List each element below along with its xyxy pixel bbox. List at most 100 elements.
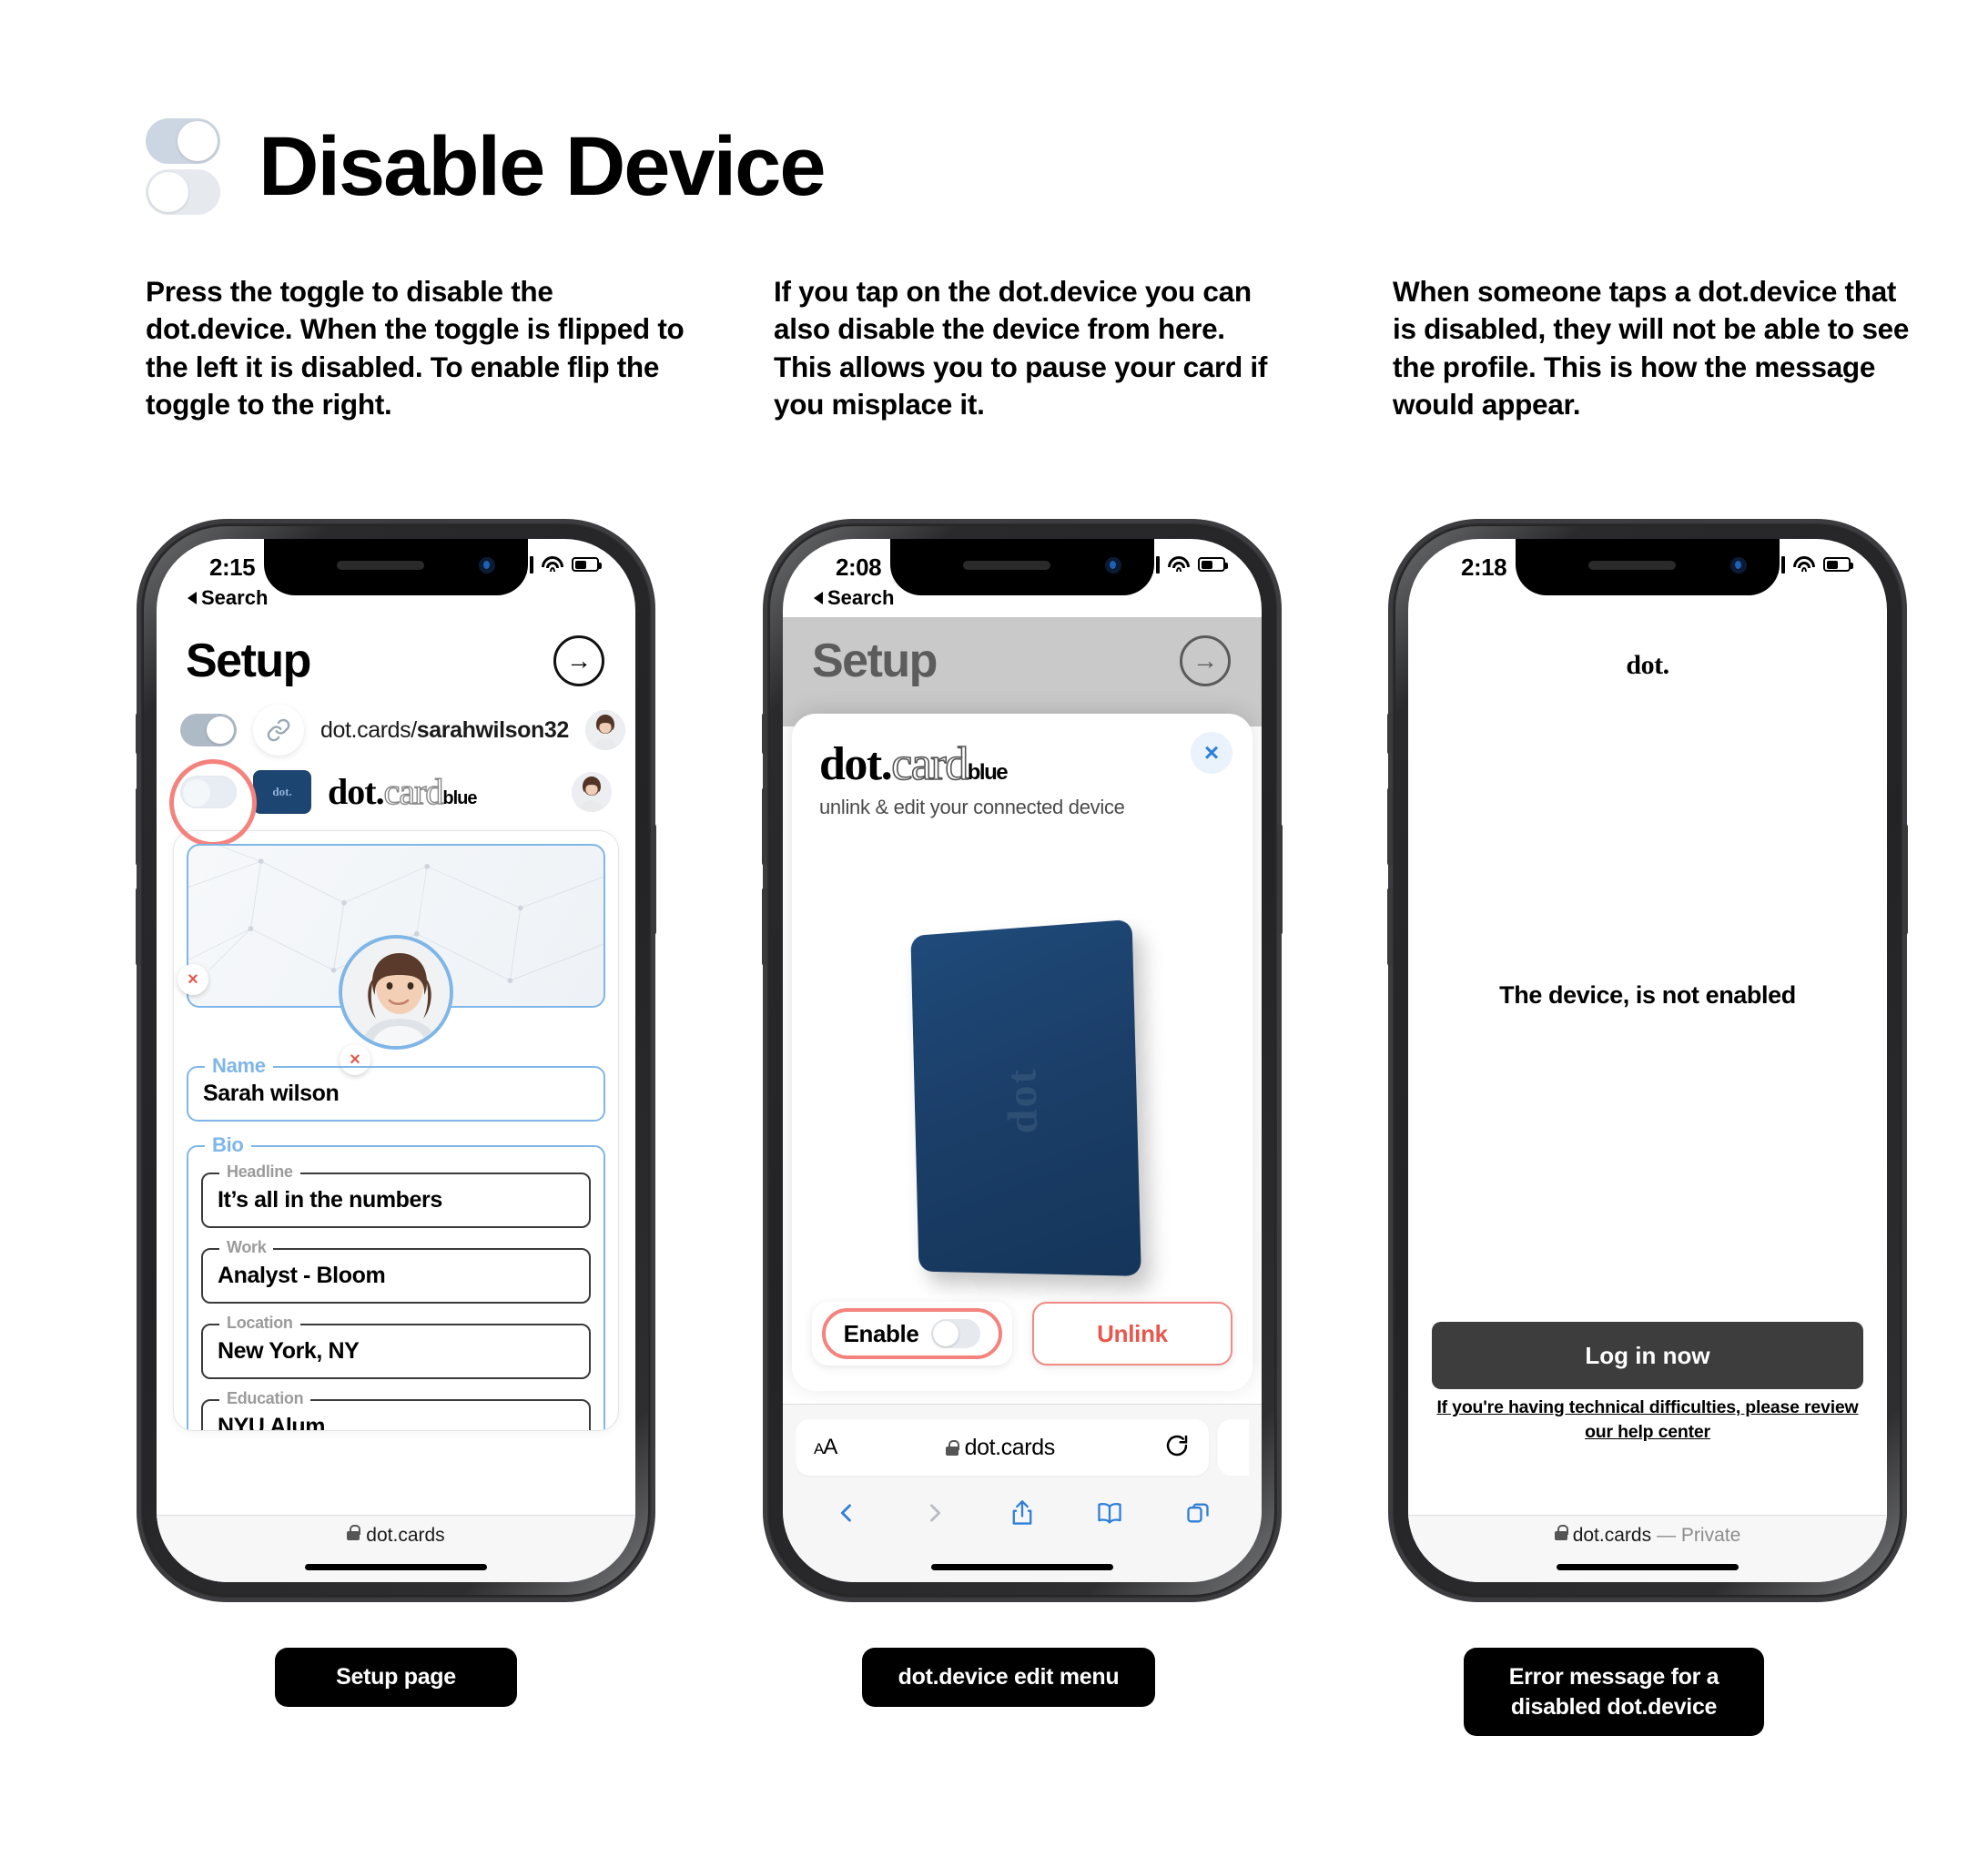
- next-arrow-button[interactable]: →: [1180, 635, 1231, 686]
- close-icon[interactable]: ×: [1191, 732, 1232, 774]
- modal-action-row: Enable Unlink: [812, 1302, 1232, 1365]
- pill-edit-menu: dot.device edit menu: [862, 1648, 1155, 1707]
- location-field-label: Location: [219, 1314, 300, 1333]
- caption-column-3: When someone taps a dot.device that is d…: [1365, 273, 1948, 423]
- error-message: The device, is not enabled: [1499, 981, 1796, 1009]
- error-page: dot. The device, is not enabled Log in n…: [1408, 617, 1887, 1582]
- home-indicator: [305, 1564, 487, 1570]
- phone-mockup-edit-menu: 2:08 Search Setup → × dot.cardblue unlin…: [762, 523, 1283, 1598]
- wifi-icon: [1793, 556, 1815, 573]
- work-field-value: Analyst - Bloom: [218, 1263, 386, 1288]
- caption-text-3: When someone taps a dot.device that is d…: [1393, 275, 1910, 421]
- pill-setup-page: Setup page: [275, 1648, 517, 1707]
- setup-title: Setup: [812, 635, 938, 687]
- avatar: [584, 710, 625, 750]
- power-button: [1902, 824, 1908, 935]
- volume-down-button: [136, 888, 141, 966]
- phone1-screen: 2:15 Search Setup → dot.cards/sarahwilso…: [157, 539, 635, 1582]
- safari-url-text-wrap: dot.cards: [837, 1435, 1163, 1461]
- profile-editor-card: × × Name Sarah wilson Bio Headline It’s …: [173, 830, 619, 1431]
- safari-url-text: dot.cards: [964, 1434, 1056, 1460]
- setup-header-dimmed: Setup →: [783, 617, 1262, 697]
- setup-header: Setup →: [157, 617, 635, 697]
- profile-photo[interactable]: [339, 935, 453, 1050]
- volume-down-button: [762, 888, 767, 966]
- safari-tool-row: [783, 1476, 1262, 1534]
- cover-image[interactable]: × ×: [178, 844, 605, 1075]
- link-icon: [253, 705, 304, 756]
- phone3-screen: 2:18 dot. The device, is not enabled Log…: [1408, 539, 1887, 1582]
- power-button: [651, 824, 656, 935]
- caption-column-1: Press the toggle to disable the dot.devi…: [118, 273, 719, 423]
- enable-button[interactable]: Enable: [812, 1302, 1012, 1365]
- lock-icon: [1554, 1525, 1568, 1540]
- notch: [264, 539, 528, 595]
- forward-icon[interactable]: [914, 1492, 956, 1534]
- headline-field[interactable]: Headline It’s all in the numbers: [201, 1162, 591, 1228]
- share-icon[interactable]: [1001, 1492, 1043, 1534]
- login-button[interactable]: Log in now: [1432, 1322, 1863, 1389]
- profile-url: dot.cards/sarahwilson32: [320, 716, 569, 743]
- name-field-label: Name: [205, 1054, 273, 1078]
- safari-url-mini[interactable]: dot.cards: [157, 1515, 635, 1582]
- phone-mockup-error: 2:18 dot. The device, is not enabled Log…: [1387, 523, 1908, 1598]
- bio-group: Bio Headline It’s all in the numbers Wor…: [187, 1133, 605, 1430]
- safari-address-bar[interactable]: AAAA dot.cards: [796, 1419, 1209, 1476]
- wifi-icon: [542, 556, 563, 573]
- location-field-value: New York, NY: [218, 1338, 360, 1364]
- caption-pill-row: Setup page dot.device edit menu Error me…: [0, 1648, 1988, 1775]
- page-title: Disable Device: [259, 120, 826, 213]
- unlink-button-wrap: Unlink: [1032, 1302, 1232, 1365]
- headline-field-value: It’s all in the numbers: [218, 1187, 442, 1213]
- notch: [890, 539, 1154, 595]
- back-label: Search: [201, 586, 269, 609]
- enable-label: Enable: [843, 1319, 919, 1347]
- tabs-icon[interactable]: [1177, 1492, 1219, 1534]
- name-field[interactable]: Name Sarah wilson: [187, 1054, 605, 1122]
- safari-toolbar: AAAA dot.cards: [783, 1404, 1262, 1582]
- phone-mockup-setup: 2:15 Search Setup → dot.cards/sarahwilso…: [136, 523, 656, 1598]
- education-field-label: Education: [219, 1389, 311, 1408]
- phone-mockups: 2:15 Search Setup → dot.cards/sarahwilso…: [0, 523, 1988, 1616]
- dot-card-thumbnail: dot.: [253, 770, 311, 814]
- caption-text-2: If you tap on the dot.device you can als…: [774, 275, 1268, 421]
- unlink-button[interactable]: Unlink: [1032, 1302, 1232, 1365]
- caption-row: Press the toggle to disable the dot.devi…: [0, 273, 1988, 423]
- dot-device-toggle[interactable]: [180, 776, 237, 808]
- header-toggle-off-icon: [146, 169, 220, 215]
- profile-link-row[interactable]: dot.cards/sarahwilson32: [157, 697, 635, 763]
- notch: [1516, 539, 1780, 595]
- next-tab-preview[interactable]: [1218, 1419, 1249, 1476]
- volume-down-button: [1387, 888, 1393, 966]
- dot-logo: dot.: [1626, 650, 1669, 680]
- wifi-icon: [1168, 556, 1190, 573]
- profile-link-toggle[interactable]: [180, 714, 237, 746]
- modal-header: dot.cardblue unlink & edit your connecte…: [792, 714, 1253, 819]
- bio-group-label: Bio: [205, 1133, 251, 1157]
- setup-page: Setup → dot.cards/sarahwilson32 dot. dot…: [157, 617, 635, 1582]
- dot-device-row[interactable]: dot. dot.cardblue: [157, 759, 635, 847]
- back-to-search-link[interactable]: Search: [814, 586, 894, 610]
- work-field-label: Work: [219, 1238, 274, 1257]
- text-size-icon[interactable]: AAAA: [814, 1435, 837, 1460]
- pill-error-message: Error message for a disabled dot.device: [1464, 1648, 1764, 1736]
- chevron-left-icon: [188, 592, 197, 604]
- status-time: 2:08: [836, 553, 882, 581]
- work-field[interactable]: Work Analyst - Bloom: [201, 1238, 591, 1304]
- bookmarks-icon[interactable]: [1089, 1492, 1131, 1534]
- back-icon[interactable]: [826, 1492, 867, 1534]
- lock-icon: [347, 1525, 361, 1540]
- arrow-right-icon: →: [566, 646, 592, 675]
- help-center-link[interactable]: If you're having technical difficulties,…: [1435, 1396, 1860, 1444]
- reload-icon[interactable]: [1163, 1432, 1191, 1464]
- location-field[interactable]: Location New York, NY: [201, 1314, 591, 1379]
- enable-toggle[interactable]: [931, 1319, 981, 1348]
- next-arrow-button[interactable]: →: [553, 635, 604, 686]
- safari-url-mini[interactable]: dot.cards — Private: [1408, 1515, 1887, 1582]
- back-to-search-link[interactable]: Search: [188, 586, 268, 610]
- education-field[interactable]: Education NYU Alum: [201, 1389, 591, 1430]
- dot-card-artwork: dot: [910, 919, 1141, 1276]
- remove-cover-button[interactable]: ×: [178, 964, 208, 995]
- battery-icon: [1823, 557, 1853, 572]
- avatar: [572, 772, 612, 812]
